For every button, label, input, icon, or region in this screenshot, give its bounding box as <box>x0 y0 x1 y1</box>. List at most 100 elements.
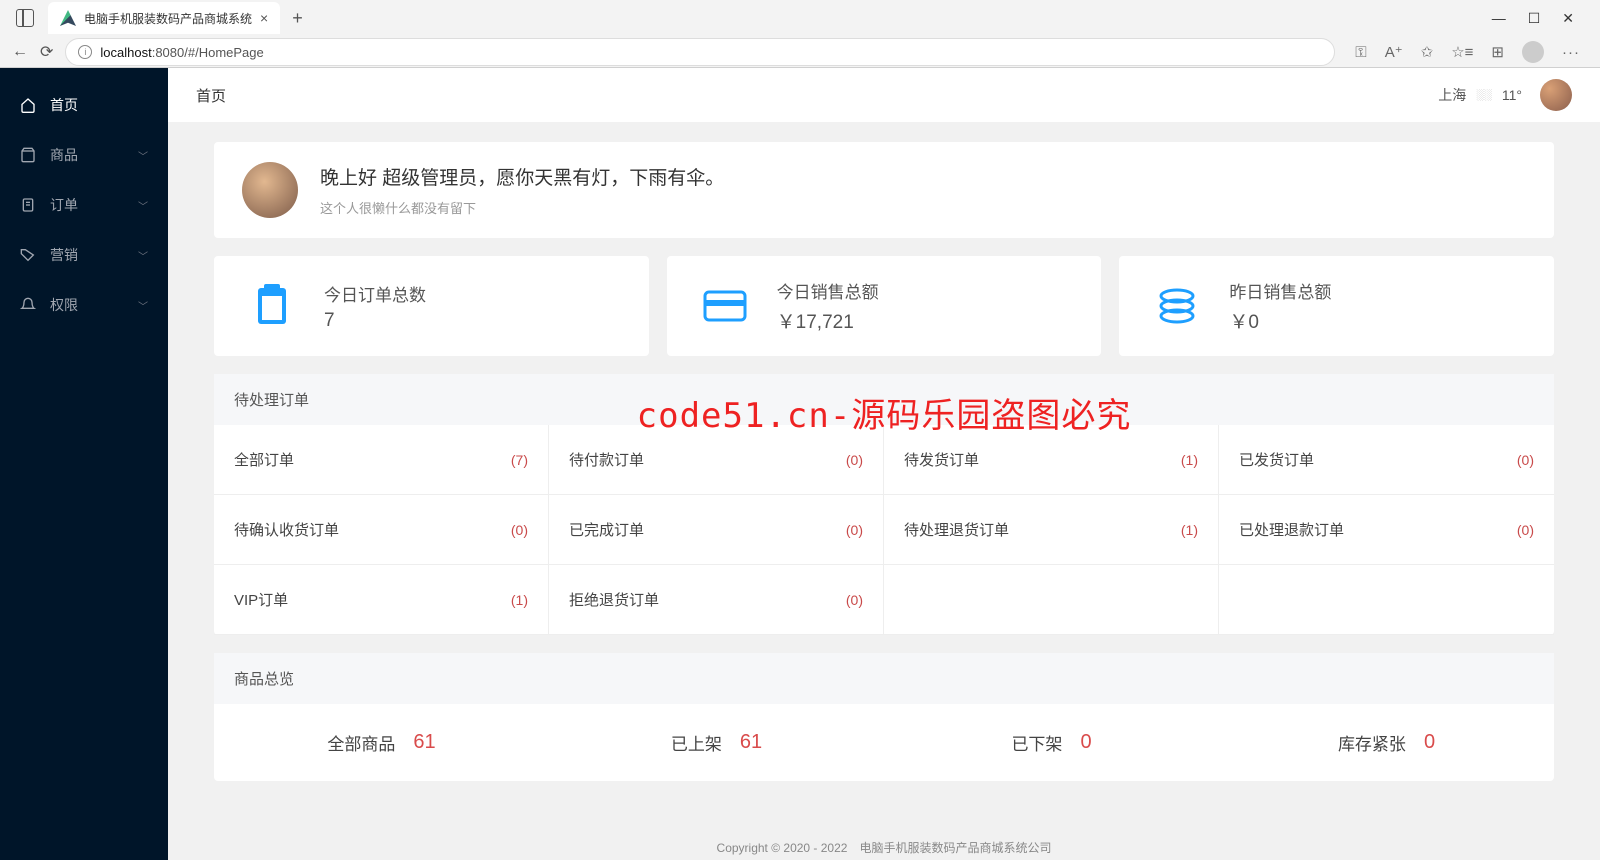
vue-favicon-icon <box>60 10 76 26</box>
weather-icon: ░░ <box>1476 89 1492 101</box>
order-name: 待付款订单 <box>569 449 644 470</box>
avatar[interactable] <box>1540 79 1572 111</box>
back-icon[interactable]: ← <box>12 43 28 61</box>
weather-temp: 11° <box>1502 87 1522 103</box>
sidebar-item-label: 首页 <box>50 95 78 115</box>
sidebar-item-tag[interactable]: 营销 ﹀ <box>0 230 168 280</box>
read-aloud-icon[interactable]: A⁺ <box>1385 43 1403 61</box>
order-cell[interactable]: 已发货订单 (0) <box>1219 425 1554 495</box>
order-name: 待确认收货订单 <box>234 519 339 540</box>
close-window-icon[interactable]: ✕ <box>1562 10 1574 27</box>
info-icon[interactable]: i <box>78 45 92 59</box>
collections-icon[interactable]: ⊞ <box>1491 43 1504 61</box>
stat-card: 昨日销售总额 ￥0 <box>1119 256 1554 356</box>
order-count: (1) <box>1181 522 1198 538</box>
product-item: 已上架 61 <box>549 730 884 755</box>
order-count: (7) <box>511 452 528 468</box>
clipboard-icon <box>20 197 36 213</box>
order-cell[interactable]: 拒绝退货订单 (0) <box>549 565 884 635</box>
topbar: 首页 上海 ░░ 11° <box>168 68 1600 122</box>
order-name: 已发货订单 <box>1239 449 1314 470</box>
order-cell[interactable]: 待处理退货订单 (1) <box>884 495 1219 565</box>
maximize-icon[interactable]: ☐ <box>1528 10 1541 27</box>
order-cell[interactable]: 已完成订单 (0) <box>549 495 884 565</box>
product-value: 0 <box>1424 731 1435 754</box>
refresh-icon[interactable]: ⟳ <box>40 42 53 62</box>
footer: Copyright © 2020 - 2022 电脑手机服装数码产品商城系统公司 <box>168 831 1600 860</box>
chevron-down-icon: ﹀ <box>138 148 148 163</box>
sidebar-item-bell[interactable]: 权限 ﹀ <box>0 280 168 330</box>
product-item: 已下架 0 <box>884 730 1219 755</box>
close-icon[interactable]: × <box>260 10 268 26</box>
stats-row: 今日订单总数 7 今日销售总额 ￥17,721 昨日销售总额 ￥0 <box>214 256 1554 356</box>
order-name: 已处理退款订单 <box>1239 519 1344 540</box>
panel-header: 待处理订单 <box>214 374 1554 425</box>
order-count: (0) <box>1517 452 1534 468</box>
product-label: 全部商品 <box>327 730 395 755</box>
order-count: (0) <box>511 522 528 538</box>
stat-value: ￥17,721 <box>777 307 879 334</box>
key-icon[interactable]: ⚿ <box>1355 44 1366 61</box>
order-cell[interactable]: VIP订单 (1) <box>214 565 549 635</box>
window-controls: — ☐ ✕ <box>1492 10 1592 27</box>
order-cell[interactable]: 待确认收货订单 (0) <box>214 495 549 565</box>
profile-icon[interactable] <box>1522 41 1544 63</box>
sidebar-item-label: 订单 <box>50 195 78 215</box>
sidebar-item-bag[interactable]: 商品 ﹀ <box>0 130 168 180</box>
sidebar-item-label: 商品 <box>50 145 78 165</box>
greeting-subtitle: 这个人很懒什么都没有留下 <box>320 198 724 217</box>
app-root: 首页 商品 ﹀ 订单 ﹀ 营销 ﹀ 权限 ﹀ 首页 上海 ░░ 11° code… <box>0 68 1600 860</box>
minimize-icon[interactable]: — <box>1492 10 1506 27</box>
order-cell <box>884 565 1219 635</box>
stat-card: 今日订单总数 7 <box>214 256 649 356</box>
product-label: 库存紧张 <box>1338 730 1406 755</box>
greeting-title: 晚上好 超级管理员，愿你天黑有灯，下雨有伞。 <box>320 163 724 190</box>
order-count: (1) <box>511 592 528 608</box>
product-label: 已下架 <box>1011 730 1062 755</box>
product-value: 61 <box>413 731 435 754</box>
order-name: 已完成订单 <box>569 519 644 540</box>
chevron-down-icon: ﹀ <box>138 248 148 263</box>
greeting-avatar-icon <box>242 162 298 218</box>
sidebar-item-clipboard[interactable]: 订单 ﹀ <box>0 180 168 230</box>
product-row: 全部商品 61已上架 61已下架 0库存紧张 0 <box>214 704 1554 781</box>
order-name: 拒绝退货订单 <box>569 589 659 610</box>
sidebar-item-label: 营销 <box>50 245 78 265</box>
favorite-icon[interactable]: ✩ <box>1421 43 1434 61</box>
order-cell[interactable]: 待付款订单 (0) <box>549 425 884 495</box>
order-name: 待发货订单 <box>904 449 979 470</box>
new-tab-button[interactable]: + <box>292 8 303 29</box>
order-cell[interactable]: 全部订单 (7) <box>214 425 549 495</box>
product-item: 库存紧张 0 <box>1219 730 1554 755</box>
order-count: (0) <box>846 452 863 468</box>
stat-value: ￥0 <box>1229 307 1331 334</box>
greeting-text: 晚上好 超级管理员，愿你天黑有灯，下雨有伞。 这个人很懒什么都没有留下 <box>320 163 724 217</box>
home-icon <box>20 97 36 113</box>
order-grid: 全部订单 (7)待付款订单 (0)待发货订单 (1)已发货订单 (0)待确认收货… <box>214 425 1554 635</box>
topbar-right: 上海 ░░ 11° <box>1438 79 1572 111</box>
order-cell[interactable]: 已处理退款订单 (0) <box>1219 495 1554 565</box>
browser-tab[interactable]: 电脑手机服装数码产品商城系统 × <box>48 2 280 34</box>
url-field[interactable]: i localhost:8080/#/HomePage <box>65 38 1335 66</box>
sidebar-item-label: 权限 <box>50 295 78 315</box>
panel-header: 商品总览 <box>214 653 1554 704</box>
product-overview-panel: 商品总览 全部商品 61已上架 61已下架 0库存紧张 0 <box>214 653 1554 781</box>
tab-bar: 电脑手机服装数码产品商城系统 × + — ☐ ✕ <box>0 0 1600 36</box>
clipboard-icon <box>246 280 298 332</box>
order-name: 待处理退货订单 <box>904 519 1009 540</box>
stat-value: 7 <box>324 310 426 332</box>
stat-label: 今日订单总数 <box>324 281 426 306</box>
favorites-bar-icon[interactable]: ☆≡ <box>1451 43 1473 61</box>
panel-toggle-icon[interactable] <box>16 9 34 27</box>
order-cell[interactable]: 待发货订单 (1) <box>884 425 1219 495</box>
url-text: localhost:8080/#/HomePage <box>100 45 263 60</box>
breadcrumb: 首页 <box>196 85 226 106</box>
order-count: (1) <box>1181 452 1198 468</box>
bag-icon <box>20 147 36 163</box>
more-icon[interactable]: ··· <box>1562 44 1580 61</box>
sidebar-item-home[interactable]: 首页 <box>0 80 168 130</box>
pending-orders-panel: 待处理订单 全部订单 (7)待付款订单 (0)待发货订单 (1)已发货订单 (0… <box>214 374 1554 635</box>
sidebar: 首页 商品 ﹀ 订单 ﹀ 营销 ﹀ 权限 ﹀ <box>0 68 168 860</box>
order-cell <box>1219 565 1554 635</box>
tag-icon <box>20 247 36 263</box>
